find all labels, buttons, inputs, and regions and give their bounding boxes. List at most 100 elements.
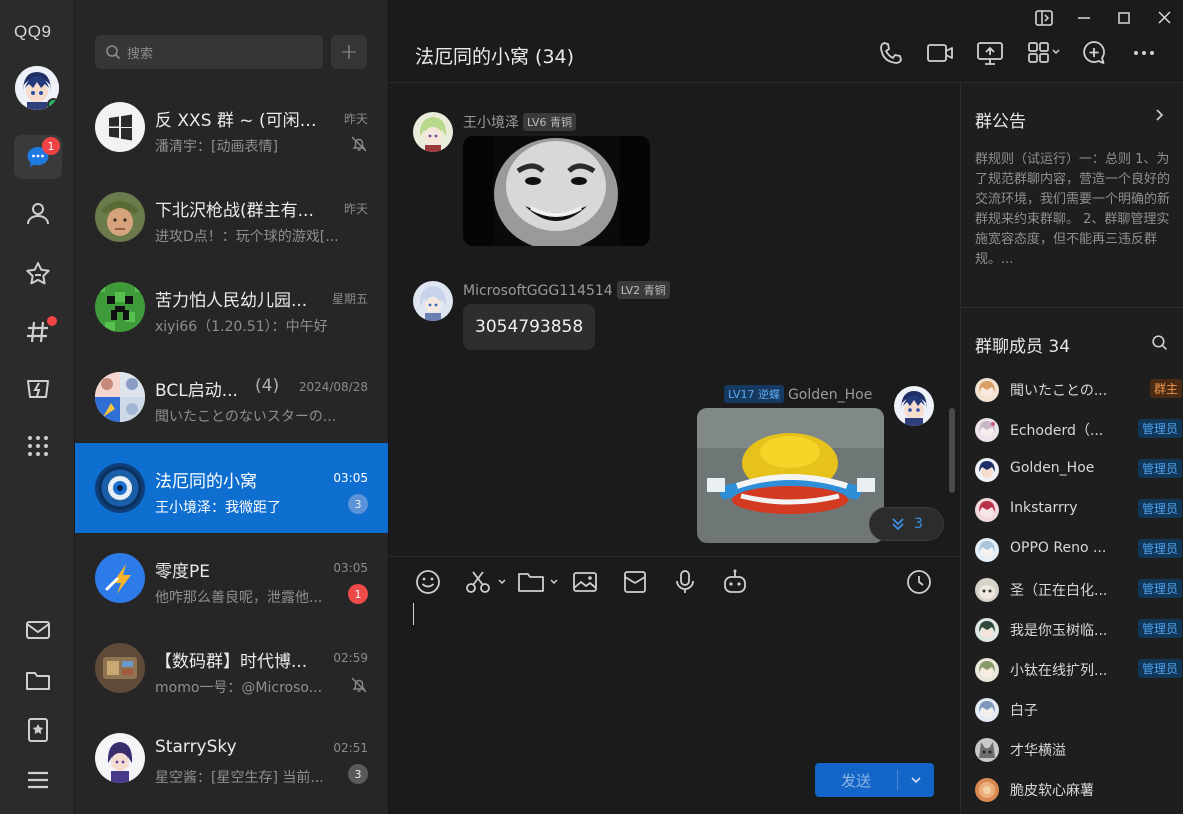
more-options-icon[interactable] xyxy=(1129,38,1159,68)
rail-favorites[interactable] xyxy=(14,252,62,296)
member-name: 白子 xyxy=(1010,703,1038,719)
maximize-icon[interactable] xyxy=(1113,8,1135,28)
member-avatar xyxy=(975,738,999,762)
file-folder-icon[interactable] xyxy=(517,568,563,596)
admin-badge: 管理员 xyxy=(1137,619,1182,638)
image-message[interactable] xyxy=(463,136,650,246)
group-notice-title[interactable]: 群公告 xyxy=(975,107,1026,132)
unread-count-badge: 3 xyxy=(348,764,368,784)
sender-name: 王小境泽 xyxy=(463,115,519,131)
conversation-preview: 星空酱：[星空生存] 当前... xyxy=(155,770,324,786)
member-avatar xyxy=(975,538,999,562)
rail-files[interactable] xyxy=(14,658,62,702)
conversation-item[interactable]: BCL启动... (4) 2024/08/28 聞いたことのないスターの... xyxy=(75,352,388,442)
text-message[interactable]: 3054793858 xyxy=(463,304,596,350)
conversation-avatar xyxy=(95,643,145,693)
my-avatar[interactable] xyxy=(15,66,59,110)
member-item[interactable]: 圣（正在白化... 管理员 xyxy=(975,576,1182,604)
group-notice-text[interactable]: 群规则（试运行）一：总则 1、为了规范群聊内容，营造一个良好的交流环境，我们需要… xyxy=(975,150,1175,270)
add-chat-icon[interactable] xyxy=(1079,38,1109,68)
search-box[interactable]: 搜索 xyxy=(95,35,323,69)
sender-avatar[interactable] xyxy=(413,112,453,152)
member-name: 小钛在线扩列... xyxy=(1010,663,1108,679)
screen-share-icon[interactable] xyxy=(975,38,1005,68)
conversation-name: 法厄同的小窝 xyxy=(155,472,257,492)
grid-dots-icon xyxy=(28,436,48,456)
meme-face-image xyxy=(463,136,650,246)
conversation-time: 昨天 xyxy=(343,202,368,216)
conversation-item[interactable]: 零度PE 03:05 他咋那么善良呢，泄露他... 1 xyxy=(75,533,388,623)
member-item[interactable]: Golden_Hoe 管理员 xyxy=(975,456,1182,484)
apps-dropdown-icon[interactable] xyxy=(1026,38,1066,68)
add-button[interactable]: + xyxy=(331,35,367,69)
rail-messages[interactable]: 1 xyxy=(14,135,62,179)
member-search-icon[interactable] xyxy=(1151,334,1168,351)
conversation-avatar xyxy=(95,733,145,783)
conversation-item[interactable]: 反 XXS 群 ~ (可闲聊) 昨天 潘清宇：[动画表情] xyxy=(75,82,388,172)
member-avatar xyxy=(975,618,999,642)
chat-title: 法厄同的小窝 (34) xyxy=(415,46,575,68)
close-icon[interactable] xyxy=(1153,8,1175,28)
member-name: 圣（正在白化... xyxy=(1010,583,1108,599)
rail-contacts[interactable] xyxy=(14,192,62,236)
member-item[interactable]: Echoderd（... 管理员 xyxy=(975,416,1182,444)
conversation-avatar xyxy=(95,372,145,422)
member-avatar xyxy=(975,498,999,522)
own-avatar[interactable] xyxy=(894,386,934,426)
send-button[interactable]: 发送 xyxy=(815,763,934,797)
minimize-icon[interactable] xyxy=(1073,8,1095,28)
conversation-item[interactable]: 下北沢枪战(群主有... 昨天 进攻D点！：玩个球的游戏[... xyxy=(75,172,388,262)
robot-icon[interactable] xyxy=(721,568,749,596)
video-call-icon[interactable] xyxy=(925,38,955,68)
new-dot xyxy=(47,316,57,326)
input-divider xyxy=(389,556,960,557)
rail-channels[interactable] xyxy=(14,310,62,354)
conversation-avatar xyxy=(95,102,145,152)
chevron-right-icon[interactable] xyxy=(1151,107,1167,123)
sender-avatar[interactable] xyxy=(413,281,453,321)
unread-count-badge: 1 xyxy=(348,584,368,604)
member-item[interactable]: 小钛在线扩列... 管理员 xyxy=(975,656,1182,684)
level-badge: LV2 青铜 xyxy=(616,281,670,299)
jump-to-new-button[interactable]: 3 xyxy=(869,507,944,541)
double-chevron-down-icon xyxy=(892,518,904,531)
scrollbar-thumb[interactable] xyxy=(949,408,955,493)
emoji-icon[interactable] xyxy=(414,568,442,596)
admin-badge: 管理员 xyxy=(1137,659,1182,678)
conversation-time: 03:05 xyxy=(333,561,368,575)
navigation-rail: QQ9 1 xyxy=(0,0,75,814)
rail-more-apps[interactable] xyxy=(14,424,62,468)
member-item[interactable]: 聞いたことの... 群主 xyxy=(975,376,1182,404)
unread-badge: 1 xyxy=(42,137,60,155)
microphone-icon[interactable] xyxy=(671,568,699,596)
conversation-preview: momo一号：@Microso... xyxy=(155,680,323,696)
pin-window-icon[interactable] xyxy=(1033,8,1055,28)
rail-games[interactable] xyxy=(14,366,62,410)
member-item[interactable]: 脆皮软心麻薯 xyxy=(975,776,1175,804)
owner-badge: 群主 xyxy=(1149,379,1182,398)
send-options-dropdown[interactable] xyxy=(898,763,934,797)
member-item[interactable]: Inkstarrry 管理员 xyxy=(975,496,1182,524)
member-item[interactable]: 白子 xyxy=(975,696,1175,724)
input-caret[interactable] xyxy=(413,603,414,625)
conversation-time: 2024/08/28 xyxy=(298,380,368,394)
rail-collections[interactable] xyxy=(14,708,62,752)
member-item[interactable]: 才华横溢 xyxy=(975,736,1175,764)
conversation-item[interactable]: 【数码群】时代博... 02:59 momo一号：@Microso... xyxy=(75,623,388,713)
member-item[interactable]: 我是你玉树临... 管理员 xyxy=(975,616,1182,644)
rail-menu[interactable] xyxy=(14,758,62,802)
person-icon xyxy=(27,203,49,225)
conversation-name: 零度PE xyxy=(155,562,210,582)
image-icon[interactable] xyxy=(571,568,599,596)
history-clock-icon[interactable] xyxy=(905,568,933,596)
member-item[interactable]: OPPO Reno ... 管理员 xyxy=(975,536,1182,564)
image-message[interactable] xyxy=(697,408,884,543)
voice-call-icon[interactable] xyxy=(876,38,906,68)
screenshot-scissors-icon[interactable] xyxy=(463,568,509,596)
rail-mail[interactable] xyxy=(14,608,62,652)
conversation-item[interactable]: StarrySky 02:51 星空酱：[星空生存] 当前... 3 xyxy=(75,713,388,803)
conversation-item-active[interactable]: 法厄同的小窝 03:05 王小境泽：我微距了 3 xyxy=(75,443,388,533)
red-packet-icon[interactable] xyxy=(621,568,649,596)
conversation-item[interactable]: 苦力怕人民幼儿园... 星期五 xiyi66（1.20.51）：中午好 xyxy=(75,262,388,352)
jump-count: 3 xyxy=(914,516,923,532)
